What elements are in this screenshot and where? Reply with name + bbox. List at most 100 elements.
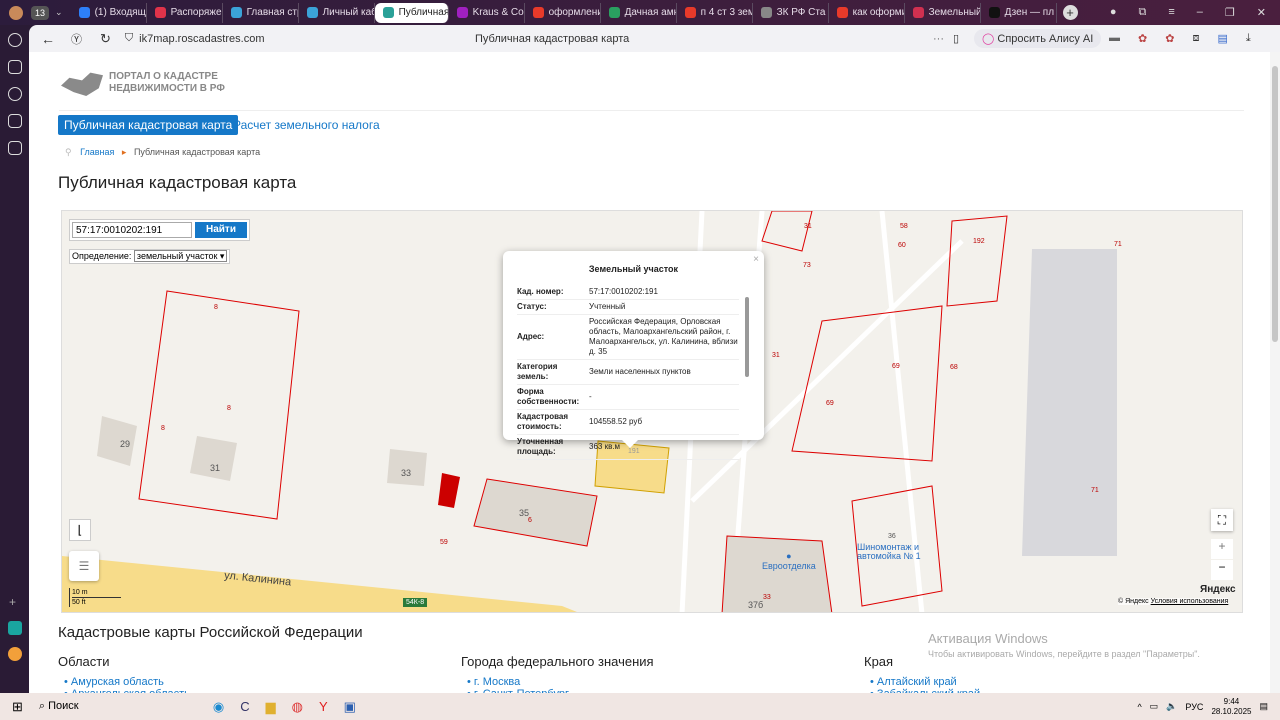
taskbar-search[interactable]: ⌕ Поиск — [39, 700, 169, 713]
poi-tire[interactable]: Шиномонтаж и автомойка № 1 — [857, 543, 929, 561]
browser-tab[interactable]: Земельный — [905, 2, 981, 23]
zoom-in-button[interactable]: + — [1211, 539, 1233, 559]
restore-icon[interactable]: ❐ — [1225, 6, 1235, 19]
browser-tab[interactable]: Распоряжение — [147, 2, 223, 23]
parcel-192 — [946, 215, 1008, 307]
close-window-icon[interactable]: ✕ — [1257, 6, 1266, 19]
new-tab-button[interactable]: + — [1062, 5, 1078, 20]
terms-link[interactable]: Условия использования — [1151, 598, 1229, 605]
extension-icon-3[interactable]: ✿ — [1165, 32, 1174, 45]
tab-counter[interactable]: 13 — [31, 5, 50, 20]
network-icon[interactable]: ▭ — [1150, 701, 1159, 712]
browser-tab[interactable]: (1) Входящие — [71, 2, 147, 23]
browser-tab[interactable]: оформление — [525, 2, 601, 23]
tabs-dropdown-icon[interactable]: ⌄ — [55, 7, 63, 18]
popup-scrollbar[interactable] — [745, 297, 749, 377]
browser-tab[interactable]: Публичная✕ — [374, 2, 449, 23]
browser-tab[interactable]: Kraus & Co — [449, 2, 525, 23]
site-logo[interactable]: ПОРТАЛ О КАДАСТРЕ НЕДВИЖИМОСТИ В РФ — [61, 70, 225, 96]
calendar-icon[interactable] — [7, 114, 22, 128]
region-link[interactable]: • Амурская область — [64, 676, 190, 688]
chrome-icon[interactable]: ◍ — [292, 699, 303, 715]
menu-icon[interactable]: ≡ — [1168, 6, 1174, 19]
screenshot-icon[interactable] — [7, 141, 22, 155]
tab-favicon-icon — [306, 7, 318, 18]
start-button[interactable]: ⊞ — [12, 699, 23, 715]
browser-tab[interactable]: Главная стр — [223, 2, 299, 23]
add-panel-icon[interactable]: + — [9, 595, 16, 609]
page-scrollbar[interactable] — [1270, 52, 1280, 693]
taskbar: ⊞ ⌕ Поиск ◉ C ▆ ◍ Y ▣ ^ ▭ 🔈 РУС 9:44 28.10.2025 … — [0, 693, 1280, 720]
profile-avatar[interactable] — [9, 5, 23, 20]
layers-button[interactable]: ☰ — [69, 551, 99, 581]
browser-tab[interactable]: Дзен — пл — [981, 2, 1057, 23]
minimize-icon[interactable]: – — [1197, 6, 1203, 19]
map-label: 69 — [892, 363, 900, 370]
breadcrumb-separator-icon: ▸ — [121, 147, 127, 157]
edge-icon[interactable]: ◉ — [213, 699, 224, 715]
app-icon-1[interactable] — [8, 621, 22, 635]
parcel-8 — [138, 290, 300, 520]
back-icon[interactable]: ← — [41, 31, 55, 47]
map-copyright: © Яндекс Условия использования — [1118, 598, 1229, 605]
map-label: 31 — [772, 352, 780, 359]
notifications-icon[interactable]: ▤ — [1259, 701, 1268, 712]
region-link[interactable]: • Алтайский край — [870, 676, 980, 688]
parcel-info-table: Кад. номер: 57:17:0010202:191 Статус: Учтен… — [517, 285, 739, 460]
volume-icon[interactable]: 🔈 — [1166, 701, 1177, 712]
tab-favicon-icon — [760, 7, 772, 18]
cadastral-map[interactable]: 8 8 8 29 31 33 35 6 59 191 31 73 58 60 1… — [61, 210, 1243, 613]
ruler-tool-button[interactable]: ⌊ — [69, 519, 91, 541]
info-row: Кадастровая стоимость: 104558.52 руб — [517, 409, 739, 435]
browser-tab[interactable]: п 4 ст 3 зем — [677, 2, 753, 23]
region-link[interactable]: • г. Москва — [467, 676, 654, 688]
browser-tab[interactable]: Дачная амнистия — [601, 2, 677, 23]
breadcrumb-home[interactable]: Главная — [80, 147, 114, 157]
language-indicator[interactable]: РУС — [1185, 702, 1203, 712]
app-icon-2[interactable] — [8, 647, 22, 661]
zoom-out-button[interactable]: − — [1211, 560, 1233, 580]
bookmark-icon[interactable]: ▯ — [953, 32, 959, 45]
extension-icon-4[interactable]: ⧈ — [1192, 32, 1199, 45]
extension-icon-2[interactable]: ✿ — [1138, 32, 1147, 45]
shield-icon[interactable]: ⛉ — [125, 32, 133, 45]
web-page: ПОРТАЛ О КАДАСТРЕ НЕДВИЖИМОСТИ В РФ Публи… — [29, 52, 1280, 693]
breadcrumb: ⚲ Главная ▸ Публичная кадастровая карта — [65, 147, 260, 158]
c-app-icon[interactable]: C — [240, 699, 249, 715]
definition-select[interactable]: земельный участок ▾ — [133, 250, 228, 262]
region-column: Города федерального значения• г. Москва•… — [461, 654, 654, 693]
url-field[interactable]: ik7map.roscadastres.com — [139, 33, 264, 45]
browser-tab[interactable]: как оформить — [829, 2, 905, 23]
nav-land-tax[interactable]: Расчет земельного налога — [233, 118, 380, 132]
map-label: 36 — [888, 533, 896, 540]
notes-icon[interactable] — [7, 60, 22, 74]
search-button[interactable]: Найти — [195, 222, 247, 238]
history-icon[interactable] — [7, 33, 22, 47]
tray-chevron-icon[interactable]: ^ — [1137, 702, 1141, 712]
video-icon[interactable] — [7, 87, 22, 101]
yandex-browser-icon[interactable]: Y — [319, 699, 328, 715]
map-label: 192 — [973, 238, 985, 245]
downloads-icon[interactable]: ⤓ — [1246, 32, 1251, 45]
popup-title: Земельный участок — [588, 264, 679, 274]
nav-public-map[interactable]: Публичная кадастровая карта — [58, 115, 239, 135]
account-icon[interactable]: ● — [1110, 6, 1117, 19]
browser-sidebar: + — [0, 25, 29, 693]
cadastral-search-input[interactable] — [72, 222, 192, 238]
extension-icon-5[interactable]: ▤ — [1217, 32, 1227, 45]
poi-euro[interactable]: ● Евроотделка — [762, 551, 816, 571]
alice-button[interactable]: ◯ Спросить Алису AI — [974, 29, 1102, 48]
word-icon[interactable]: ▣ — [344, 699, 356, 715]
more-icon[interactable]: ··· — [933, 33, 944, 45]
map-label: 60 — [898, 242, 906, 249]
collections-icon[interactable]: ⧉ — [1139, 6, 1147, 19]
browser-tab[interactable]: ЗК РФ Ста — [753, 2, 829, 23]
browser-tab[interactable]: Личный кабинет — [299, 2, 375, 23]
explorer-icon[interactable]: ▆ — [266, 699, 276, 715]
extension-icon-1[interactable]: ▬ — [1109, 32, 1120, 45]
yandex-icon[interactable]: Ⓨ — [71, 31, 82, 47]
tab-favicon-icon — [684, 7, 696, 18]
fullscreen-button[interactable]: ⛶ — [1211, 509, 1233, 531]
reload-icon[interactable]: ↻ — [100, 31, 111, 47]
clock[interactable]: 9:44 28.10.2025 — [1211, 697, 1251, 717]
